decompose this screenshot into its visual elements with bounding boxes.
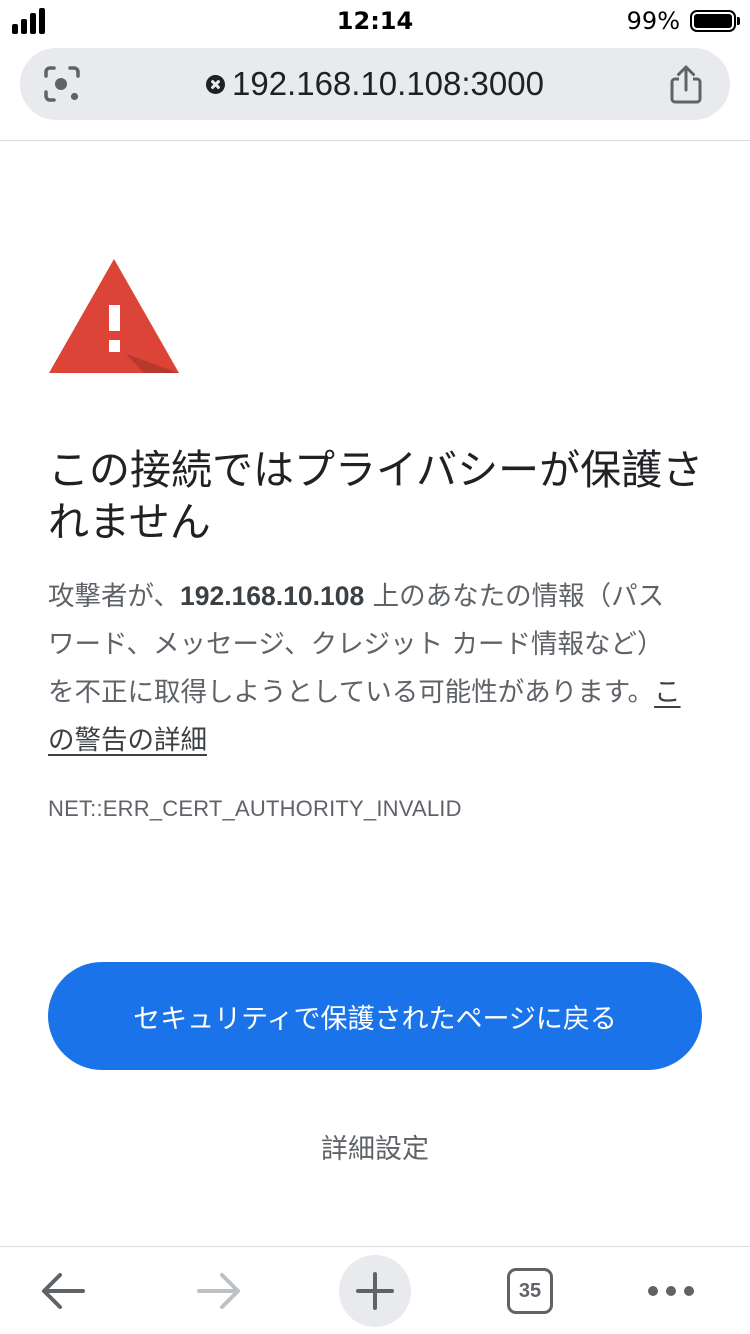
share-icon[interactable] <box>668 64 704 104</box>
battery-nub <box>737 17 740 25</box>
back-to-safety-button[interactable]: セキュリティで保護されたページに戻る <box>48 962 702 1070</box>
warning-description: 攻撃者が、192.168.10.108 上のあなたの情報（パスワード、メッセージ… <box>48 572 688 765</box>
tab-count: 35 <box>518 1279 542 1302</box>
description-prefix: 攻撃者が、 <box>48 581 180 612</box>
back-arrow-icon[interactable] <box>27 1255 99 1327</box>
url-text[interactable]: 192.168.10.108:3000 <box>232 65 544 103</box>
status-bar: 12:14 99% <box>0 0 750 40</box>
page-title: この接続ではプライバシーが保護されません <box>48 446 704 546</box>
address-bar[interactable]: 192.168.10.108:3000 <box>20 48 730 120</box>
tab-switcher-icon: 35 <box>507 1268 553 1314</box>
battery-icon <box>690 10 736 32</box>
lens-search-icon[interactable] <box>42 64 82 104</box>
more-dots-icon[interactable] <box>635 1255 707 1327</box>
tab-switcher-button[interactable]: 35 <box>494 1255 566 1327</box>
error-code: NET::ERR_CERT_AUTHORITY_INVALID <box>48 796 462 821</box>
description-host: 192.168.10.108 <box>179 581 365 611</box>
battery-percent: 99% <box>626 7 680 35</box>
forward-arrow-icon[interactable] <box>183 1255 255 1327</box>
bottom-toolbar: 35 <box>0 1246 750 1334</box>
advanced-button[interactable]: 詳細設定 <box>0 1127 750 1166</box>
insecure-connection-icon[interactable] <box>206 74 225 94</box>
new-tab-button[interactable] <box>339 1255 411 1327</box>
warning-triangle-icon <box>48 258 180 374</box>
omnibox[interactable]: 192.168.10.108:3000 <box>100 48 650 120</box>
plus-icon <box>356 1272 394 1310</box>
toolbar-divider <box>0 140 750 141</box>
